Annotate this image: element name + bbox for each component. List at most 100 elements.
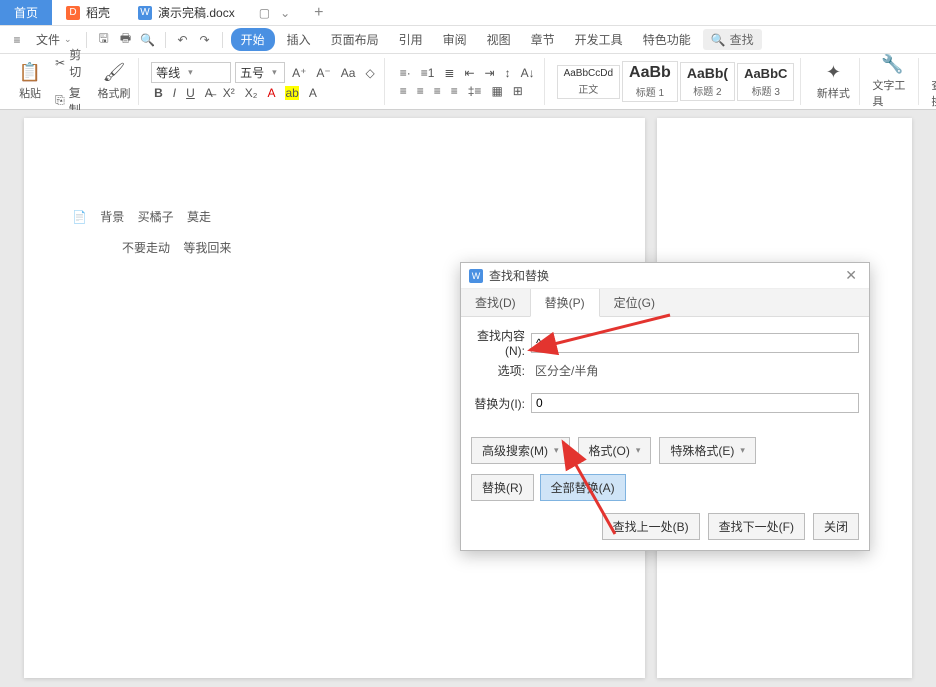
tab-daoke-label: 稻壳 [86,4,110,21]
advanced-search-button[interactable]: 高级搜索(M)▾ [471,437,570,464]
doc-text: 莫走 [187,210,211,224]
grow-font-button[interactable]: A⁺ [289,65,309,81]
doc-icon: W [138,6,152,20]
numbering-button[interactable]: ≡1 [418,65,438,81]
search-box[interactable]: 🔍 查找 [703,29,762,50]
underline-button[interactable]: U [183,85,198,101]
dialog-titlebar[interactable]: W 查找和替换 ✕ [461,263,869,289]
tab-goto[interactable]: 定位(G) [600,289,669,316]
new-style-button[interactable]: ✦ 新样式 [813,62,853,101]
replace-button[interactable]: 替换(R) [471,474,534,501]
find-content-label: 查找内容(N): [471,327,531,358]
close-button[interactable]: 关闭 [813,513,859,540]
clear-format-button[interactable]: ◇ [362,65,377,81]
title-bar: 首页 D 稻壳 W 演示完稿.docx ▢ ⌄ + [0,0,936,26]
preview-icon[interactable]: 🔍 [139,31,157,49]
indent-dec-button[interactable]: ⇤ [461,65,477,81]
find-prev-button[interactable]: 查找上一处(B) [602,513,700,540]
special-format-label: 特殊格式(E) [670,442,734,459]
align-center-button[interactable]: ≡ [414,83,427,99]
align-left-button[interactable]: ≡ [397,83,410,99]
font-size-value: 五号 [240,64,264,81]
style-heading3[interactable]: AaBbC 标题 3 [737,63,794,101]
shrink-font-button[interactable]: A⁻ [313,65,333,81]
menu-layout[interactable]: 页面布局 [323,28,387,51]
format-button[interactable]: 格式(O)▾ [578,437,652,464]
menu-insert[interactable]: 插入 [279,28,319,51]
style-body[interactable]: AaBbCcDd 正文 [557,65,620,99]
strike-button[interactable]: A̶ [202,85,216,101]
special-format-button[interactable]: 特殊格式(E)▾ [659,437,756,464]
find-replace-button[interactable]: 🔍 查找替换 [931,54,936,109]
tab-document[interactable]: W 演示完稿.docx [124,0,249,25]
find-replace-dialog: W 查找和替换 ✕ 查找(D) 替换(P) 定位(G) 查找内容(N): 选项:… [460,262,870,551]
font-name-select[interactable]: 等线▾ [151,62,231,83]
italic-button[interactable]: I [170,85,179,101]
change-case-button[interactable]: Aa [338,65,359,81]
indent-inc-button[interactable]: ⇥ [482,65,498,81]
format-painter-button[interactable]: 🖌 格式刷 [96,62,132,101]
superscript-button[interactable]: X² [220,85,238,101]
menu-chapter[interactable]: 章节 [523,28,563,51]
borders-button[interactable]: ⊞ [510,83,526,99]
align-right-button[interactable]: ≡ [431,83,444,99]
doc-text: 等我回来 [183,241,231,255]
new-style-label: 新样式 [817,85,850,101]
window-restore-icon[interactable]: ▢ [259,6,270,20]
text-tool-button[interactable]: 🔧 文字工具 [872,54,912,109]
dialog-close-button[interactable]: ✕ [841,267,861,284]
replace-all-button[interactable]: 全部替换(A) [540,474,626,501]
style-gallery: AaBbCcDd 正文 AaBb 标题 1 AaBb( 标题 2 AaBbC 标… [557,61,795,102]
replace-with-input[interactable] [531,393,859,413]
subscript-button[interactable]: X₂ [242,85,261,101]
search-label: 查找 [730,31,754,48]
style-heading1[interactable]: AaBb 标题 1 [622,61,678,102]
multilevel-button[interactable]: ≣ [441,65,457,81]
replace-with-label: 替换为(I): [471,395,531,412]
copy-icon: ⎘ [55,93,65,108]
tab-find[interactable]: 查找(D) [461,289,530,316]
bold-button[interactable]: B [151,85,166,101]
menu-view[interactable]: 视图 [479,28,519,51]
format-painter-label: 格式刷 [98,85,131,101]
redo-icon[interactable]: ↷ [196,31,214,49]
line-spacing-button[interactable]: ‡≡ [465,83,485,99]
text-tool-label: 文字工具 [872,77,912,109]
sort-button[interactable]: A↓ [518,65,538,81]
paste-button[interactable]: 📋 粘贴 [12,62,48,101]
dialog-title: 查找和替换 [489,267,549,284]
style-h2-preview: AaBb( [687,65,728,81]
tab-daoke[interactable]: D 稻壳 [52,0,124,25]
menu-references[interactable]: 引用 [391,28,431,51]
style-body-preview: AaBbCcDd [564,68,613,79]
menu-review[interactable]: 审阅 [435,28,475,51]
find-next-button[interactable]: 查找下一处(F) [708,513,805,540]
new-tab-button[interactable]: + [300,0,337,25]
menu-developer[interactable]: 开发工具 [567,28,631,51]
font-size-select[interactable]: 五号▾ [235,62,285,83]
cut-button[interactable]: ✂剪切 [52,45,92,81]
tab-replace[interactable]: 替换(P) [530,289,600,317]
options-value: 区分全/半角 [531,362,598,379]
undo-icon[interactable]: ↶ [174,31,192,49]
menu-bar: ≡ 文件⌄ 🖫 🖶 🔍 ↶ ↷ 开始 插入 页面布局 引用 审阅 视图 章节 开… [0,26,936,54]
style-heading2[interactable]: AaBb( 标题 2 [680,62,735,101]
paste-label: 粘贴 [19,85,41,101]
cut-label: 剪切 [69,46,89,80]
highlight-button[interactable]: ab [282,85,301,101]
format-label: 格式(O) [589,442,630,459]
char-border-button[interactable]: A [306,85,320,101]
menu-start[interactable]: 开始 [231,28,275,51]
window-dropdown-icon[interactable]: ⌄ [280,6,290,20]
menu-special[interactable]: 特色功能 [635,28,699,51]
bullets-button[interactable]: ≡· [397,65,414,81]
text-direction-button[interactable]: ↕ [502,65,514,81]
daoke-icon: D [66,6,80,20]
align-justify-button[interactable]: ≡ [448,83,461,99]
tab-home[interactable]: 首页 [0,0,52,25]
font-color-button[interactable]: A [264,85,278,101]
style-h1-preview: AaBb [629,64,671,82]
style-h3-label: 标题 3 [744,83,787,98]
shading-button[interactable]: ▦ [488,83,505,99]
find-content-input[interactable] [531,333,859,353]
